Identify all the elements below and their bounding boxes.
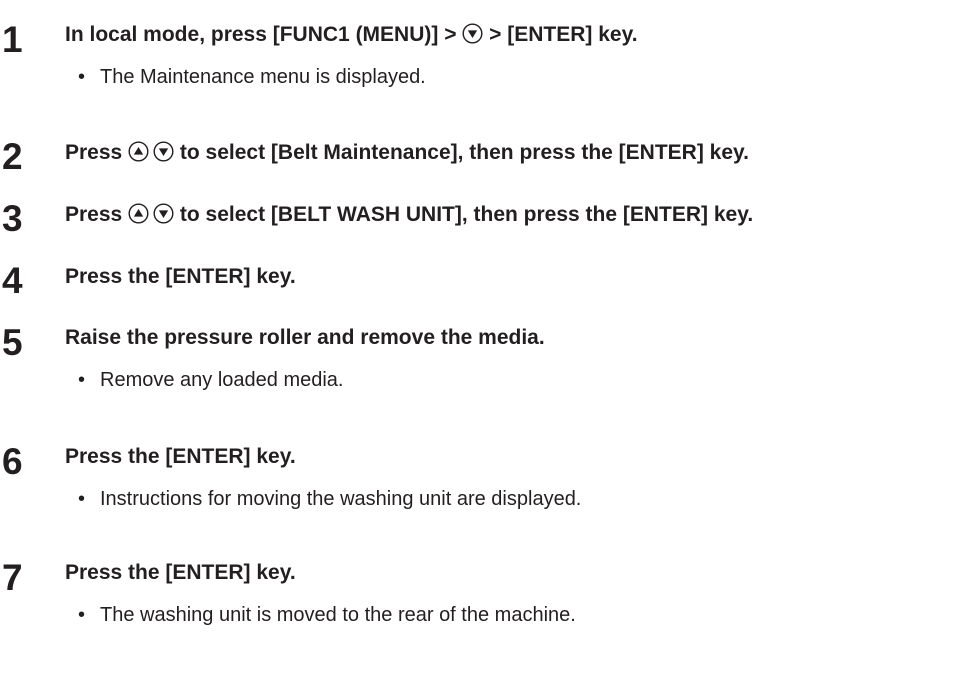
step-text-part: Press	[65, 141, 129, 164]
down-arrow-circle-icon	[462, 23, 483, 44]
bullet: •	[78, 66, 86, 88]
note-text: Instructions for moving the washing unit…	[100, 488, 582, 510]
step-instruction: In local mode, press [FUNC1 (MENU)] > > …	[65, 22, 638, 48]
bullet: •	[78, 604, 86, 626]
step-number: 3	[2, 198, 23, 239]
step-instruction: Press the [ENTER] key.	[65, 265, 296, 288]
bullet: •	[78, 488, 86, 510]
step-instruction: Press the [ENTER] key.	[65, 445, 296, 468]
note-text: Remove any loaded media.	[100, 369, 344, 391]
up-arrow-circle-icon	[128, 203, 149, 224]
down-arrow-circle-icon	[153, 141, 174, 162]
step-number: 1	[2, 19, 23, 60]
step-note: • Instructions for moving the washing uni…	[78, 487, 581, 511]
step-note: • Remove any loaded media.	[78, 368, 343, 392]
note-text: The washing unit is moved to the rear of…	[100, 604, 576, 626]
step-instruction: Press to select [BELT WASH UNIT], then p…	[65, 202, 753, 228]
step-number: 5	[2, 322, 23, 363]
step-number: 7	[2, 557, 23, 598]
step-number: 6	[2, 441, 23, 482]
step-instruction: Press to select [Belt Maintenance], then…	[65, 140, 749, 166]
up-arrow-circle-icon	[128, 141, 149, 162]
step-text-part: In local mode, press [FUNC1 (MENU)] >	[65, 23, 463, 46]
step-number: 2	[2, 136, 23, 177]
step-note: • The washing unit is moved to the rear o…	[78, 603, 576, 627]
step-text-part: to select [Belt Maintenance], then press…	[174, 141, 749, 164]
down-arrow-circle-icon	[153, 203, 174, 224]
step-text-part: > [ENTER] key.	[483, 23, 638, 46]
step-instruction: Press the [ENTER] key.	[65, 561, 296, 584]
step-note: • The Maintenance menu is displayed.	[78, 65, 426, 89]
step-text-part: to select [BELT WASH UNIT], then press t…	[174, 203, 754, 226]
step-text-part: Press	[65, 203, 129, 226]
note-text: The Maintenance menu is displayed.	[100, 66, 426, 88]
step-number: 4	[2, 260, 23, 301]
step-instruction: Raise the pressure roller and remove the…	[65, 326, 545, 349]
bullet: •	[78, 369, 86, 391]
